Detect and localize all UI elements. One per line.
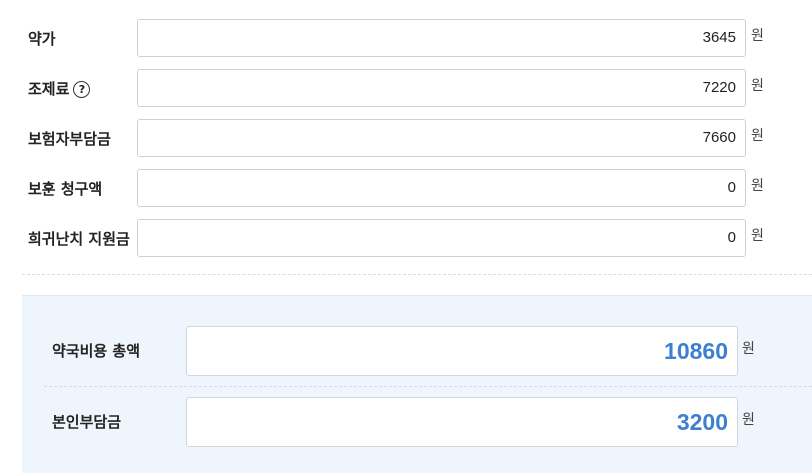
dispensing-fee-field[interactable] — [137, 69, 746, 107]
patient-copay-label: 본인부담금 — [52, 413, 122, 431]
section-divider — [22, 274, 812, 275]
summary-divider — [44, 386, 812, 387]
insurer-share-unit: 원 — [751, 128, 764, 144]
patient-copay-unit: 원 — [742, 412, 755, 428]
row-veterans-claim: 보훈 청구액 원 — [0, 169, 812, 209]
insurer-share-label: 보험자부담금 — [28, 130, 111, 148]
veterans-claim-field[interactable] — [137, 169, 746, 207]
row-drug-price: 약가 원 — [0, 19, 812, 59]
drug-price-unit: 원 — [751, 28, 764, 44]
row-dispensing-fee: 조제료 ? 원 — [0, 69, 812, 109]
row-patient-copay: 본인부담금 원 — [22, 397, 812, 447]
summary-panel: 약국비용 총액 원 본인부담금 원 — [22, 295, 812, 473]
veterans-claim-unit: 원 — [751, 178, 764, 194]
pharmacy-total-label: 약국비용 총액 — [52, 342, 141, 360]
rare-disease-support-unit: 원 — [751, 228, 764, 244]
rare-disease-support-field[interactable] — [137, 219, 746, 257]
dispensing-fee-label: 조제료 — [28, 80, 70, 98]
row-pharmacy-total: 약국비용 총액 원 — [22, 326, 812, 376]
drug-price-label: 약가 — [28, 30, 56, 48]
dispensing-fee-label-wrap: 조제료 ? — [28, 69, 91, 109]
pharmacy-total-field[interactable] — [186, 326, 738, 376]
dispensing-fee-unit: 원 — [751, 78, 764, 94]
rare-disease-support-label: 희귀난치 지원금 — [28, 230, 130, 248]
row-rare-disease-support: 희귀난치 지원금 원 — [0, 219, 812, 259]
question-circle-icon[interactable]: ? — [73, 80, 91, 98]
patient-copay-field[interactable] — [186, 397, 738, 447]
veterans-claim-label: 보훈 청구액 — [28, 180, 103, 198]
pharmacy-total-unit: 원 — [742, 341, 755, 357]
drug-price-field[interactable] — [137, 19, 746, 57]
row-insurer-share: 보험자부담금 원 — [0, 119, 812, 159]
insurer-share-field[interactable] — [137, 119, 746, 157]
